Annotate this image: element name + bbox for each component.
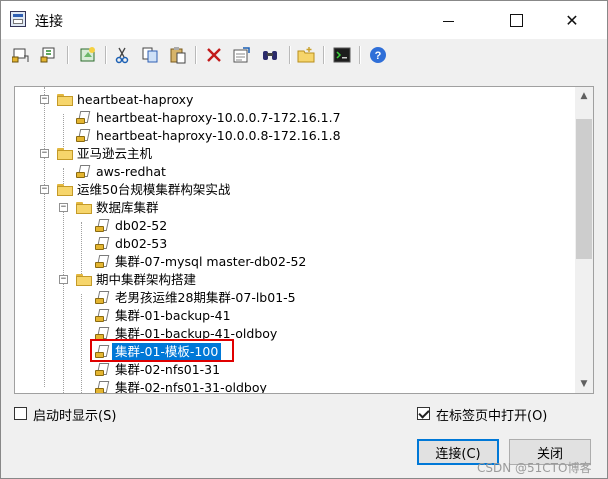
show-on-startup-label: 启动时显示(S) [33,409,117,424]
delete-button[interactable] [203,44,225,66]
folder-icon [76,274,92,286]
quick-connect-icon [40,47,55,63]
session-icon [95,255,111,269]
tree-node-label: 集群-02-nfs01-31 [115,362,221,377]
open-in-tab-label: 在标签页中打开(O) [436,409,548,424]
session-icon [95,363,111,377]
folder-icon [57,184,73,196]
properties-button[interactable] [231,44,253,66]
connect-button[interactable] [10,44,32,66]
title-bar: 连接 ✕ [1,1,607,39]
tree-node-label: aws-redhat [96,164,166,179]
tree-node-label: 数据库集群 [96,200,159,215]
collapse-icon[interactable]: − [59,275,68,284]
tree-node-label: 老男孩运维28期集群-07-lb01-5 [115,290,296,305]
chevron-down-icon: ▼ [580,379,588,389]
tree-node-label: db02-53 [115,236,168,251]
tree-node-label: 集群-02-nfs01-31-oldboy [115,380,267,394]
svg-text:?: ? [375,50,382,62]
minimize-button[interactable] [425,1,471,39]
copy-button[interactable] [139,44,161,66]
tree-node-label: 集群-01-backup-41 [115,308,231,323]
folder-icon [57,148,73,160]
new-session-button[interactable] [77,44,99,66]
vertical-scrollbar[interactable]: ▲ ▼ [575,87,593,393]
tree-node-label: 亚马逊云主机 [77,146,153,161]
properties-icon [233,47,250,63]
session-icon [76,129,92,143]
chevron-up-icon: ▲ [580,91,588,101]
collapse-icon[interactable]: − [40,149,49,158]
find-icon [263,51,277,60]
connect-dialog: 连接 ✕ ? − heartbeat-haproxy heartbeat-hap… [0,0,608,479]
session-icon [95,309,111,323]
quick-connect-button[interactable] [38,44,60,66]
paste-icon [170,47,186,64]
session-icon [95,381,111,393]
collapse-icon[interactable]: − [40,185,49,194]
tree-node-label: heartbeat-haproxy-10.0.0.7-172.16.1.7 [96,110,341,125]
tree-node-label: db02-52 [115,218,168,233]
session-icon [76,111,92,125]
close-window-button[interactable]: ✕ [549,1,595,39]
help-icon: ? [370,47,386,63]
terminal-button[interactable] [331,44,353,66]
open-in-tab-checkbox[interactable] [417,407,430,420]
paste-button[interactable] [167,44,189,66]
connect-icon [12,48,29,63]
cut-icon [115,47,129,64]
toolbar: ? [1,39,607,71]
scroll-down-button[interactable]: ▼ [575,375,593,393]
new-folder-button[interactable] [295,44,317,66]
tree-node-label: 集群-07-mysql master-db02-52 [115,254,307,269]
minimize-icon [442,20,454,22]
copy-icon [142,47,158,63]
collapse-icon[interactable]: − [59,203,68,212]
scroll-up-button[interactable]: ▲ [575,87,593,105]
show-on-startup-checkbox[interactable] [14,407,27,420]
find-button[interactable] [259,44,281,66]
scroll-thumb[interactable] [576,119,592,259]
tree-node-label: heartbeat-haproxy [77,92,194,107]
maximize-icon [509,13,523,27]
session-tree[interactable]: − heartbeat-haproxy heartbeat-haproxy-10… [14,86,594,394]
collapse-icon[interactable]: − [40,95,49,104]
new-session-icon [80,47,95,62]
terminal-icon [333,47,351,63]
delete-icon [207,48,221,62]
close-icon: ✕ [565,10,579,30]
help-button[interactable]: ? [367,44,389,66]
session-icon [95,237,111,251]
highlight-box [90,339,234,362]
session-icon [95,291,111,305]
watermark: CSDN @51CTO博客 [477,461,592,475]
window-title: 连接 [35,14,63,30]
cut-button[interactable] [111,44,133,66]
maximize-button[interactable] [493,1,539,39]
app-icon [10,11,26,27]
session-icon [76,165,92,179]
tree-node-label: 期中集群架构搭建 [96,272,197,287]
new-folder-icon [297,47,315,63]
folder-icon [57,94,73,106]
tree-node-label: 运维50台规模集群构架实战 [77,182,231,197]
tree-node-label: heartbeat-haproxy-10.0.0.8-172.16.1.8 [96,128,341,143]
folder-icon [76,202,92,214]
session-icon [95,219,111,233]
